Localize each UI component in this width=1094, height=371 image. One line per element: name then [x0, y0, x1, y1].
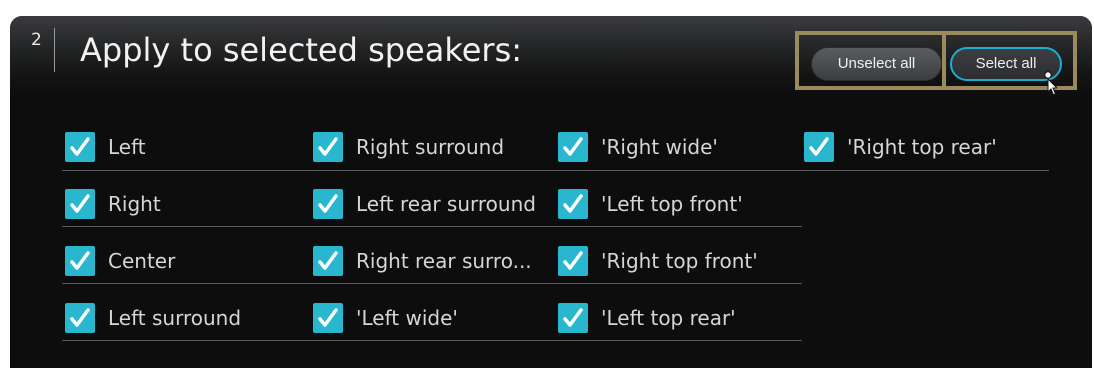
row-divider [62, 283, 802, 284]
checkmark-icon [563, 137, 583, 156]
checkbox-checked [65, 132, 95, 162]
step-number: 2 [31, 30, 42, 50]
checkmark-icon [70, 251, 90, 270]
checkbox-checked [313, 246, 343, 276]
speaker-checkbox-right-top-front[interactable]: 'Right top front' [558, 241, 758, 281]
speaker-checkbox-right-wide[interactable]: 'Right wide' [558, 127, 718, 167]
step-divider [54, 28, 55, 72]
speaker-checkbox-right[interactable]: Right [65, 184, 161, 224]
speaker-checkbox-left-top-rear[interactable]: 'Left top rear' [558, 298, 736, 338]
row-divider [62, 170, 1049, 171]
checkbox-checked [313, 189, 343, 219]
row-divider [62, 226, 802, 227]
checkmark-icon [563, 194, 583, 213]
unselect-all-button[interactable]: Unselect all [811, 47, 942, 81]
checkbox-checked [313, 303, 343, 333]
checkmark-icon [70, 137, 90, 156]
checkbox-checked [558, 246, 588, 276]
checkbox-checked [65, 303, 95, 333]
checkbox-checked [804, 132, 834, 162]
speaker-label: 'Left top rear' [601, 306, 736, 330]
checkmark-icon [563, 251, 583, 270]
speaker-checkbox-center[interactable]: Center [65, 241, 175, 281]
checkbox-checked [65, 189, 95, 219]
speaker-checkbox-right-rear-surround[interactable]: Right rear surro... [313, 241, 532, 281]
checkbox-checked [558, 189, 588, 219]
checkbox-checked [558, 303, 588, 333]
speaker-label: 'Left top front' [601, 192, 743, 216]
checkmark-icon [318, 251, 338, 270]
checkmark-icon [70, 194, 90, 213]
speaker-label: 'Right top rear' [847, 135, 997, 159]
speaker-label: Center [108, 249, 176, 273]
row-divider [62, 340, 802, 341]
speaker-label: Right [108, 192, 161, 216]
checkbox-checked [558, 132, 588, 162]
speaker-label: Left surround [108, 306, 242, 330]
speaker-checkbox-left-rear-surround[interactable]: Left rear surround [313, 184, 536, 224]
checkmark-icon [318, 308, 338, 327]
speaker-checkbox-left[interactable]: Left [65, 127, 146, 167]
checkmark-icon [809, 137, 829, 156]
checkmark-icon [563, 308, 583, 327]
checkbox-checked [65, 246, 95, 276]
checkmark-icon [70, 308, 90, 327]
mouse-pointer-icon [1044, 71, 1057, 96]
speaker-label: Left rear surround [356, 192, 536, 216]
speaker-label: 'Left wide' [356, 306, 458, 330]
speaker-label: Right surround [356, 135, 505, 159]
page-title: Apply to selected speakers: [80, 31, 523, 69]
speaker-checkbox-left-surround[interactable]: Left surround [65, 298, 241, 338]
speaker-label: Left [108, 135, 146, 159]
speaker-checkbox-right-surround[interactable]: Right surround [313, 127, 504, 167]
speaker-label: 'Right top front' [601, 249, 758, 273]
speaker-label: Right rear surro... [356, 249, 532, 273]
checkmark-icon [318, 194, 338, 213]
speaker-checkbox-left-wide[interactable]: 'Left wide' [313, 298, 458, 338]
checkmark-icon [318, 137, 338, 156]
speaker-checkbox-left-top-front[interactable]: 'Left top front' [558, 184, 743, 224]
checkbox-checked [313, 132, 343, 162]
speaker-checkbox-right-top-rear[interactable]: 'Right top rear' [804, 127, 997, 167]
speaker-label: 'Right wide' [601, 135, 718, 159]
